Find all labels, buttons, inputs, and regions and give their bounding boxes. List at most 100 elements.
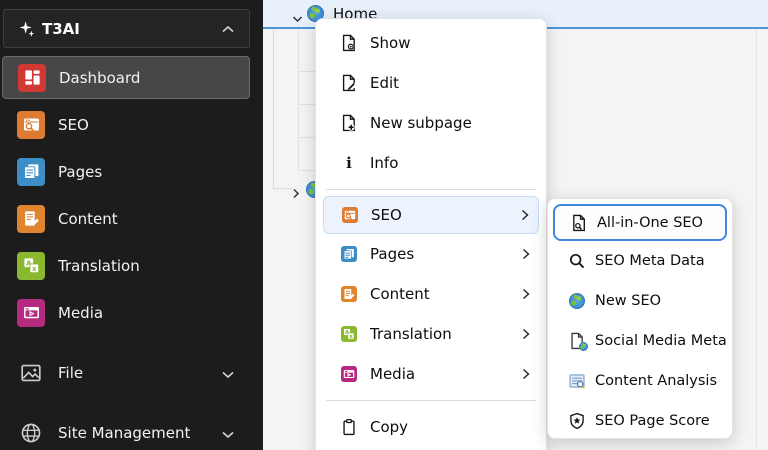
image-icon <box>20 362 42 384</box>
chevron-up-icon <box>221 19 235 38</box>
tree-guide-line <box>298 71 315 72</box>
menu-item-edit[interactable]: Edit <box>316 63 546 103</box>
menu-divider <box>326 400 536 401</box>
app-window: T3AI Dashboard SEO Pages Content A x Tra… <box>0 0 768 450</box>
menu-item-label: Media <box>370 365 416 383</box>
doc-analysis-icon <box>568 372 586 390</box>
submenu-item-seo-page-score[interactable]: SEO Page Score <box>548 401 732 441</box>
menu-divider <box>326 189 536 190</box>
clipboard-icon <box>340 418 358 436</box>
sidebar-item-dashboard[interactable]: Dashboard <box>2 56 250 99</box>
page-search-icon <box>570 214 588 232</box>
menu-item-label: New subpage <box>370 114 472 132</box>
menu-item-media[interactable]: Media <box>316 354 546 394</box>
menu-item-label: Edit <box>370 74 400 92</box>
edit-page-icon <box>340 74 358 92</box>
chevron-right-icon <box>522 365 530 384</box>
submenu-item-seo-meta-data[interactable]: SEO Meta Data <box>548 241 732 281</box>
t3ai-title: T3AI <box>42 19 80 38</box>
menu-item-new-subpage[interactable]: New subpage <box>316 103 546 143</box>
sidebar-item-translation[interactable]: Ax Translation <box>0 244 263 287</box>
chevron-right-icon <box>522 285 530 304</box>
menu-item-label: Show <box>370 34 411 52</box>
panel-divider <box>756 0 757 450</box>
content-icon <box>17 204 45 233</box>
chevron-right-icon[interactable] <box>292 184 300 203</box>
tree-guide-line <box>298 104 315 105</box>
menu-item-translation[interactable]: Ax Translation <box>316 314 546 354</box>
submenu-item-content-analysis[interactable]: Content Analysis <box>548 361 732 401</box>
tree-guide-line <box>298 170 315 171</box>
seo-icon <box>17 110 45 139</box>
menu-item-label: SEO <box>371 206 402 224</box>
new-page-icon <box>340 114 358 132</box>
view-page-icon <box>340 34 358 52</box>
globe-outline-icon <box>20 422 42 444</box>
submenu-item-label: SEO Meta Data <box>595 253 705 269</box>
pages-icon <box>340 245 358 263</box>
sidebar-item-label: Dashboard <box>59 68 141 87</box>
translation-icon: Ax <box>340 325 358 343</box>
info-icon: i <box>346 154 352 172</box>
sidebar-item-content[interactable]: Content <box>0 197 263 240</box>
menu-item-label: Pages <box>370 245 415 263</box>
submenu-item-label: Social Media Meta <box>595 333 727 349</box>
menu-item-pages[interactable]: Pages <box>316 234 546 274</box>
dashboard-icon <box>18 63 46 92</box>
submenu-item-all-in-one-seo[interactable]: All-in-One SEO <box>553 204 727 241</box>
page-globe-icon <box>568 332 588 351</box>
media-icon <box>340 365 358 383</box>
menu-item-seo[interactable]: SEO <box>323 196 539 234</box>
chevron-down-icon <box>221 364 235 383</box>
submenu-item-label: Content Analysis <box>595 373 718 389</box>
sidebar-item-label: Translation <box>58 256 140 275</box>
sidebar-item-seo[interactable]: SEO <box>0 103 263 146</box>
shield-star-icon <box>568 412 586 430</box>
t3ai-collapsible-header[interactable]: T3AI <box>3 9 250 48</box>
menu-item-copy[interactable]: Copy <box>316 407 546 447</box>
menu-item-show[interactable]: Show <box>316 23 546 63</box>
submenu-item-label: New SEO <box>595 293 662 309</box>
menu-item-info[interactable]: i Info <box>316 143 546 183</box>
sidebar-item-pages[interactable]: Pages <box>0 150 263 193</box>
context-menu: Show Edit New subpage i Info SEO Pages C… <box>315 18 547 450</box>
svg-text:x: x <box>349 334 353 340</box>
seo-icon <box>341 206 359 224</box>
sidebar-section-file[interactable]: File <box>0 352 263 394</box>
seo-submenu: All-in-One SEO SEO Meta Data New SEO Soc… <box>547 198 733 439</box>
submenu-item-new-seo[interactable]: New SEO <box>548 281 732 321</box>
module-sidebar: T3AI Dashboard SEO Pages Content A x Tra… <box>0 0 263 450</box>
pages-icon <box>17 157 45 186</box>
submenu-item-label: All-in-One SEO <box>597 214 703 231</box>
chevron-down-icon <box>221 424 235 443</box>
sidebar-item-label: SEO <box>58 115 89 134</box>
translation-icon: Ax <box>17 251 45 280</box>
content-icon <box>340 285 358 303</box>
menu-item-content[interactable]: Content <box>316 274 546 314</box>
tree-guide-line <box>273 29 274 189</box>
sidebar-item-label: Content <box>58 209 118 228</box>
submenu-item-social-media-meta[interactable]: Social Media Meta <box>548 321 732 361</box>
chevron-down-icon[interactable] <box>292 8 303 27</box>
sparkles-icon <box>18 20 36 42</box>
menu-item-label: Content <box>370 285 430 303</box>
globe-icon <box>568 292 586 310</box>
sidebar-section-label: Site Management <box>58 424 191 442</box>
sidebar-section-label: File <box>58 364 84 382</box>
menu-item-label: Translation <box>370 325 452 343</box>
sidebar-section-site-management[interactable]: Site Management <box>0 412 263 450</box>
magnifier-icon <box>568 252 586 270</box>
svg-text:x: x <box>32 265 37 273</box>
tree-guide-line <box>298 137 315 138</box>
media-icon <box>17 298 45 327</box>
sidebar-item-label: Media <box>58 303 104 322</box>
globe-icon <box>579 342 588 351</box>
sidebar-item-media[interactable]: Media <box>0 291 263 334</box>
menu-item-label: Info <box>370 154 399 172</box>
sidebar-item-label: Pages <box>58 162 103 181</box>
menu-item-label: Copy <box>370 418 409 436</box>
chevron-right-icon <box>522 325 530 344</box>
tree-guide-line <box>298 29 299 170</box>
chevron-right-icon <box>521 206 529 225</box>
submenu-item-label: SEO Page Score <box>595 413 710 429</box>
